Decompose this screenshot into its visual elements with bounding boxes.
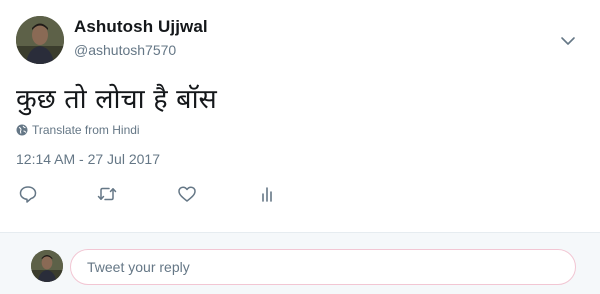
heart-icon[interactable] bbox=[176, 183, 198, 205]
author-avatar[interactable] bbox=[16, 16, 64, 64]
translate-label: Translate from Hindi bbox=[32, 123, 140, 137]
avatar-photo bbox=[31, 250, 63, 282]
translate-link[interactable]: Translate from Hindi bbox=[16, 122, 140, 138]
analytics-icon[interactable] bbox=[256, 183, 278, 205]
reply-icon[interactable] bbox=[17, 183, 39, 205]
author-handle[interactable]: @ashutosh7570 bbox=[74, 42, 176, 58]
author-name[interactable]: Ashutosh Ujjwal bbox=[74, 17, 208, 37]
globe-icon bbox=[16, 124, 28, 136]
current-user-avatar bbox=[31, 250, 63, 282]
reply-input[interactable] bbox=[70, 249, 576, 285]
tweet-card: Ashutosh Ujjwal @ashutosh7570 कुछ तो लोच… bbox=[0, 0, 600, 294]
tweet-text: कुछ तो लोचा है बॉस bbox=[16, 84, 217, 115]
retweet-icon[interactable] bbox=[96, 183, 118, 205]
more-options-chevron-down-icon[interactable] bbox=[558, 31, 578, 51]
tweet-timestamp[interactable]: 12:14 AM - 27 Jul 2017 bbox=[16, 151, 160, 167]
avatar-photo bbox=[16, 16, 64, 64]
